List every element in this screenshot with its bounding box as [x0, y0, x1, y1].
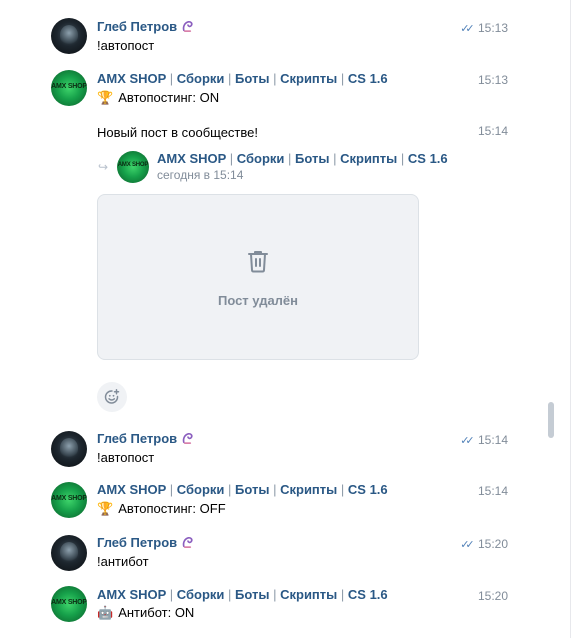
message-time: 15:20 [477, 589, 508, 603]
trophy-icon: 🏆 [97, 90, 114, 105]
smile-plus-icon [104, 389, 120, 404]
chat-history: Глеб Петров !автопост ✓✓ 15:13 AMX SHOP … [0, 0, 560, 638]
deleted-post-card: Пост удалён [97, 194, 419, 360]
read-check-icon: ✓✓ [460, 23, 475, 35]
user-badge-icon [182, 20, 193, 32]
message-author[interactable]: AMX SHOP | Сборки | Боты | Скрипты | CS … [97, 71, 388, 86]
message-time: ✓✓ 15:20 [460, 537, 508, 551]
message-text: !антибот [97, 554, 149, 569]
avatar[interactable] [51, 535, 87, 571]
message-text: !автопост [97, 450, 155, 465]
panel-divider [570, 0, 571, 638]
message-time: ✓✓ 15:13 [460, 21, 508, 35]
trash-icon [248, 251, 268, 273]
message-time: 15:13 [477, 73, 508, 87]
avatar[interactable] [51, 18, 87, 54]
deleted-post-label: Пост удалён [217, 293, 299, 308]
user-badge-icon [182, 432, 193, 444]
avatar[interactable]: AMX SHOP [51, 482, 87, 518]
message-author[interactable]: AMX SHOP | Сборки | Боты | Скрипты | CS … [97, 587, 388, 602]
message-time: 15:14 [477, 124, 508, 138]
repost-date[interactable]: сегодня в 15:14 [157, 168, 243, 182]
message-author[interactable]: Глеб Петров [97, 431, 194, 446]
read-check-icon: ✓✓ [460, 435, 475, 447]
trophy-icon: 🏆 [97, 501, 114, 516]
message-text: 🏆 Автопостинг: OFF [97, 501, 226, 516]
message-text: Новый пост в сообществе! [97, 125, 258, 140]
scrollbar-thumb[interactable] [548, 402, 554, 438]
avatar[interactable]: AMX SHOP [51, 586, 87, 622]
message-author[interactable]: AMX SHOP | Сборки | Боты | Скрипты | CS … [97, 482, 388, 497]
message-text: 🤖 Антибот: ON [97, 605, 195, 620]
message-author[interactable]: Глеб Петров [97, 535, 194, 550]
message-text: 🏆 Автопостинг: ON [97, 90, 220, 105]
repost-icon: ↪ [98, 160, 109, 174]
message-author[interactable]: Глеб Петров [97, 19, 194, 34]
read-check-icon: ✓✓ [460, 539, 475, 551]
user-badge-icon [182, 536, 193, 548]
avatar[interactable]: AMX SHOP [51, 70, 87, 106]
avatar[interactable] [51, 431, 87, 467]
repost-avatar[interactable]: AMX SHOP [117, 151, 149, 183]
add-reaction-button[interactable] [97, 382, 127, 412]
message-text: !автопост [97, 38, 155, 53]
repost-author[interactable]: AMX SHOP | Сборки | Боты | Скрипты | CS … [157, 151, 448, 166]
message-time: ✓✓ 15:14 [460, 433, 508, 447]
robot-icon: 🤖 [97, 605, 114, 620]
message-time: 15:14 [477, 484, 508, 498]
